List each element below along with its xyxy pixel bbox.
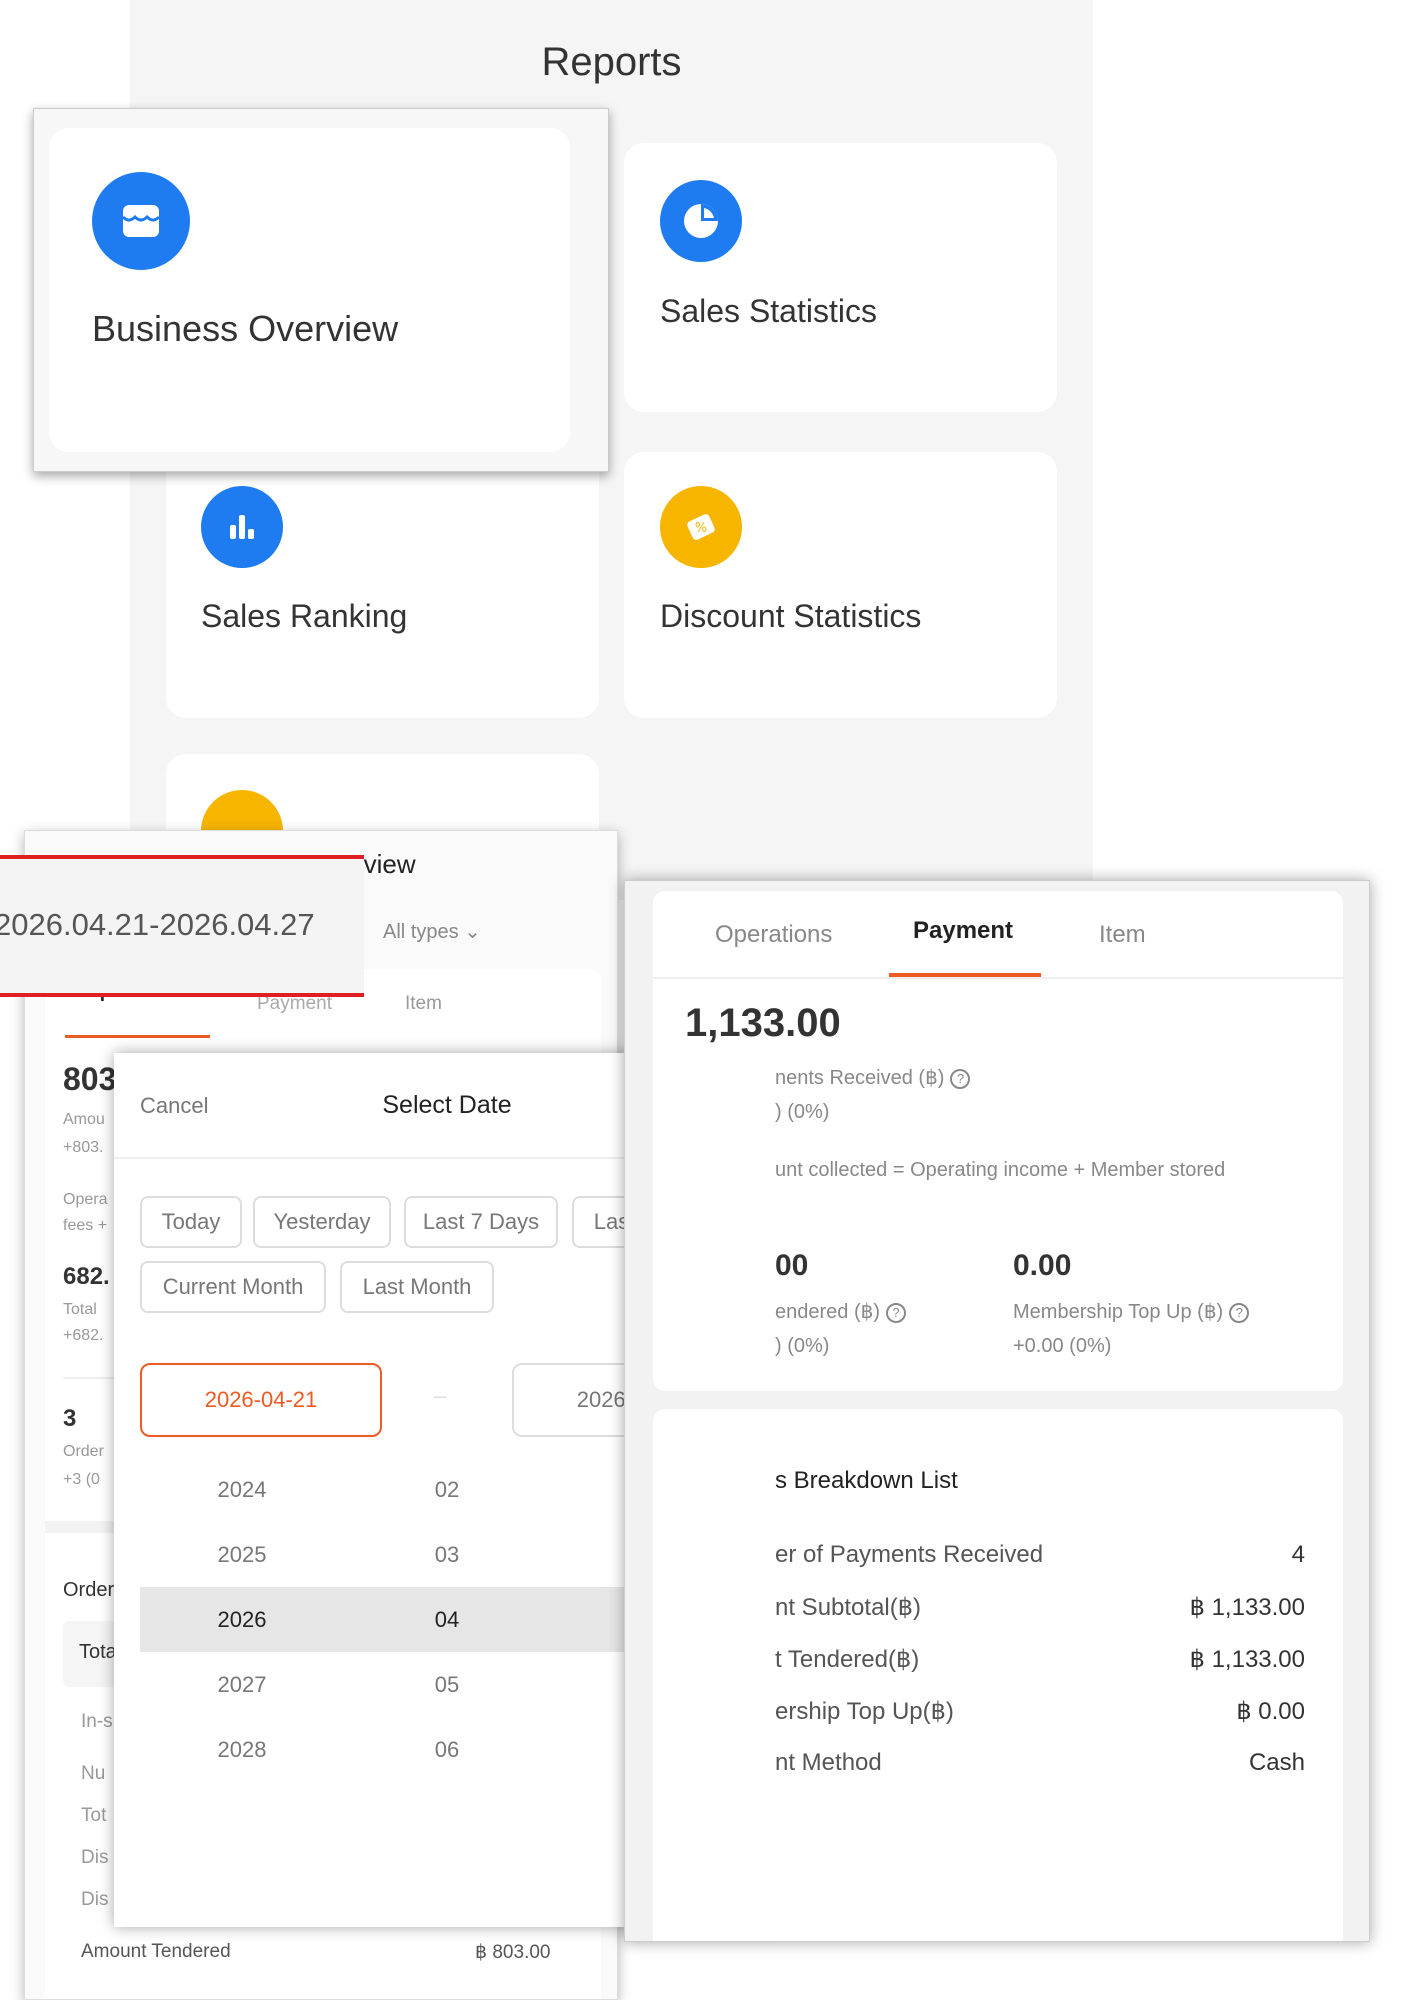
highlight-line-bottom: [0, 993, 364, 997]
tendered-value: 00: [775, 1249, 809, 1282]
year-option[interactable]: 2028: [182, 1737, 302, 1763]
breakdown-row-label: t Tendered(฿): [775, 1646, 920, 1673]
order-row-label: Dis: [81, 1847, 109, 1868]
business-overview-card[interactable]: Business Overview: [49, 128, 570, 452]
quick-range-today[interactable]: Today: [140, 1196, 242, 1248]
month-option[interactable]: 06: [387, 1737, 507, 1763]
amount-value: 803: [63, 1061, 117, 1097]
breakdown-row-label: ership Top Up(฿): [775, 1698, 954, 1725]
sales-ranking-card[interactable]: Sales Ranking: [166, 452, 599, 718]
payments-received-label: nents Received (฿)?: [775, 1065, 971, 1090]
year-option[interactable]: 2027: [182, 1672, 302, 1698]
orders-change: +3 (0: [63, 1471, 100, 1488]
breakdown-title: s Breakdown List: [775, 1467, 958, 1494]
breakdown-row-value: Cash: [1248, 1749, 1305, 1776]
order-section-title: Order: [63, 1579, 115, 1601]
orders-value: 3: [63, 1405, 77, 1432]
amount-tendered-value: ฿ 803.00: [475, 1942, 551, 1963]
total-label: Total: [63, 1301, 97, 1318]
orders-label: Order: [63, 1443, 104, 1460]
bar-chart-icon: [201, 486, 283, 568]
sales-statistics-label: Sales Statistics: [660, 293, 877, 329]
breakdown-row-value: ฿ 0.00: [1236, 1698, 1305, 1725]
formula-note: unt collected = Operating income + Membe…: [775, 1159, 1226, 1181]
tab-operations[interactable]: Operations: [715, 921, 832, 949]
payment-screen: Operations Payment Item 1,133.00 nents R…: [624, 880, 1370, 1942]
highlight-line-top: [0, 855, 364, 859]
type-filter-label: All types: [383, 921, 459, 943]
quick-range-last-7-days[interactable]: Last 7 Days: [404, 1196, 558, 1248]
amount-label: Amou: [63, 1111, 105, 1128]
date-separator: –: [434, 1383, 447, 1408]
breakdown-row-label: nt Subtotal(฿): [775, 1594, 922, 1621]
month-option[interactable]: 02: [387, 1477, 507, 1503]
amount-change: +803.: [63, 1139, 104, 1156]
quick-range-last-month[interactable]: Last Month: [340, 1261, 494, 1313]
help-icon[interactable]: ?: [1229, 1302, 1250, 1323]
year-option[interactable]: 2024: [182, 1477, 302, 1503]
tab-payment[interactable]: Payment: [913, 917, 1013, 945]
total-amount: 1,133.00: [685, 1001, 841, 1045]
pie-chart-icon: [660, 180, 742, 262]
total-change: +682.: [63, 1327, 104, 1344]
tab-item[interactable]: Item: [1099, 921, 1146, 949]
total-value: 682.: [63, 1263, 110, 1290]
type-filter-dropdown[interactable]: All types ⌄: [383, 919, 481, 944]
month-option[interactable]: 03: [387, 1542, 507, 1568]
membership-topup-change: +0.00 (0%): [1013, 1335, 1112, 1357]
tab-divider: [653, 977, 1343, 979]
start-date-field[interactable]: 2026-04-21: [140, 1363, 382, 1437]
order-row-label: In-s: [81, 1711, 113, 1732]
active-tab-indicator: [65, 1035, 210, 1038]
tendered-label: endered (฿)?: [775, 1299, 906, 1324]
page-title: Reports: [541, 40, 682, 84]
breakdown-row-label: er of Payments Received: [775, 1541, 1044, 1568]
svg-text:%: %: [695, 521, 707, 536]
breakdown-row-value: ฿ 1,133.00: [1189, 1646, 1305, 1673]
tab-item[interactable]: Item: [405, 993, 442, 1015]
breakdown-row-label: nt Method: [775, 1749, 882, 1776]
tendered-change: ) (0%): [775, 1335, 830, 1357]
membership-topup-value: 0.00: [1013, 1249, 1072, 1282]
quick-range-current-month[interactable]: Current Month: [140, 1261, 326, 1313]
store-icon: [92, 172, 190, 270]
membership-topup-label: Membership Top Up (฿)?: [1013, 1299, 1250, 1324]
discount-statistics-card[interactable]: % Discount Statistics: [624, 452, 1057, 718]
payments-received-change: ) (0%): [775, 1101, 830, 1123]
quick-range-yesterday[interactable]: Yesterday: [253, 1196, 391, 1248]
date-range-highlight: 2026.04.21-2026.04.27: [0, 855, 364, 997]
operating-sub: fees +: [63, 1217, 108, 1234]
discount-statistics-label: Discount Statistics: [660, 598, 922, 634]
sales-ranking-label: Sales Ranking: [201, 598, 408, 634]
help-icon[interactable]: ?: [950, 1068, 971, 1089]
breakdown-row-value: 4: [1291, 1541, 1305, 1568]
order-row-label: Nu: [81, 1763, 106, 1784]
screen-title: rview: [355, 849, 416, 879]
chevron-down-icon: ⌄: [464, 921, 481, 943]
month-option[interactable]: 05: [387, 1672, 507, 1698]
help-icon[interactable]: ?: [886, 1302, 906, 1323]
total-tab-label: Tota: [79, 1641, 117, 1663]
business-overview-highlight: Business Overview: [33, 108, 609, 472]
amount-tendered-label: Amount Tendered: [81, 1941, 231, 1962]
operating-label: Opera: [63, 1191, 108, 1208]
breakdown-card: [653, 1409, 1343, 1941]
breakdown-row-value: ฿ 1,133.00: [1189, 1594, 1305, 1621]
order-row-label: Tot: [81, 1805, 107, 1826]
date-range-text[interactable]: 2026.04.21-2026.04.27: [0, 907, 315, 943]
year-option-selected[interactable]: 2026: [182, 1607, 302, 1633]
order-row-label: Dis: [81, 1889, 109, 1910]
discount-tag-icon: %: [660, 486, 742, 568]
month-option-selected[interactable]: 04: [387, 1607, 507, 1633]
year-option[interactable]: 2025: [182, 1542, 302, 1568]
business-overview-label: Business Overview: [92, 308, 399, 349]
sales-statistics-card[interactable]: Sales Statistics: [624, 143, 1057, 412]
